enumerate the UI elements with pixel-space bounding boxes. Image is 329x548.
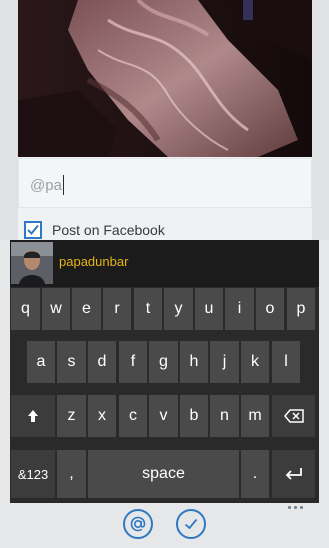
at-icon [130,516,146,532]
key-t[interactable]: t [134,288,162,330]
enter-key[interactable] [272,450,315,498]
dot [288,506,291,509]
left-margin [0,0,18,240]
avatar-image [11,242,53,284]
caption-text-wrap: @pa [30,174,64,196]
suggestion-username[interactable]: papadunbar [59,254,128,269]
shift-arrow-icon [28,410,38,422]
key-z[interactable]: z [57,395,86,437]
key-n[interactable]: n [210,395,239,437]
suggestion-bar: papadunbar [10,240,319,287]
key-d[interactable]: d [88,341,116,383]
key-b[interactable]: b [180,395,208,437]
facebook-label: Post on Facebook [52,222,165,238]
key-m[interactable]: m [241,395,269,437]
app-screen: @pa Post on Facebook papadunbar q w e r … [0,0,329,548]
ellipsis-icon[interactable] [288,506,303,509]
left-gutter [0,240,10,548]
key-e[interactable]: e [72,288,101,330]
dot [294,506,297,509]
shift-key[interactable] [11,395,55,437]
facebook-option[interactable]: Post on Facebook [24,219,165,241]
dot [300,506,303,509]
key-f[interactable]: f [119,341,147,383]
comma-key[interactable]: , [57,450,86,498]
space-key[interactable]: space [88,450,239,498]
key-k[interactable]: k [241,341,269,383]
key-u[interactable]: u [195,288,223,330]
key-c[interactable]: c [119,395,147,437]
key-i[interactable]: i [225,288,254,330]
period-key[interactable]: . [241,450,269,498]
mention-button[interactable] [123,509,153,539]
key-h[interactable]: h [180,341,208,383]
facebook-checkbox[interactable] [24,221,42,239]
key-r[interactable]: r [103,288,131,330]
caption-value: @pa [30,176,62,194]
checkmark-icon [27,224,39,235]
avatar[interactable] [11,242,53,284]
numbers-key[interactable]: &123 [11,450,55,498]
on-screen-keyboard: papadunbar q w e r t y u i o p a s d f g… [10,240,319,503]
key-g[interactable]: g [149,341,178,383]
right-margin [312,0,329,240]
backspace-icon [283,409,304,423]
key-x[interactable]: x [88,395,116,437]
key-l[interactable]: l [272,341,300,383]
key-w[interactable]: w [42,288,70,330]
photo-image [18,0,312,157]
text-caret [62,175,64,195]
key-v[interactable]: v [149,395,178,437]
app-bar [10,503,319,548]
backspace-key[interactable] [272,395,315,437]
right-gutter [319,240,329,548]
photo-preview [18,0,312,157]
enter-arrow-icon [285,468,302,480]
key-y[interactable]: y [164,288,193,330]
key-o[interactable]: o [256,288,284,330]
confirm-button[interactable] [176,509,206,539]
key-j[interactable]: j [210,341,239,383]
key-a[interactable]: a [27,341,55,383]
key-s[interactable]: s [57,341,86,383]
caption-input[interactable]: @pa [18,158,312,208]
key-p[interactable]: p [287,288,315,330]
checkmark-icon [184,518,198,530]
key-q[interactable]: q [11,288,40,330]
